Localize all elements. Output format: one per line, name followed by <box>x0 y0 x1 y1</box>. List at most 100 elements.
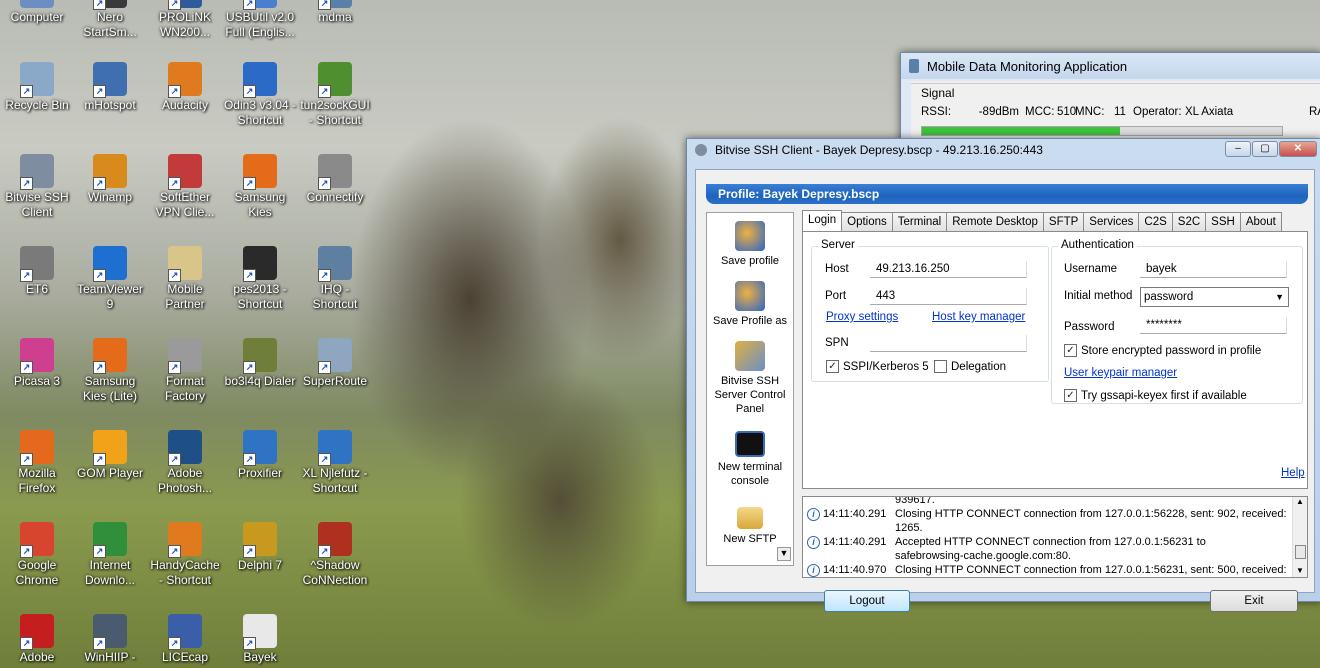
host-key-manager-link[interactable]: Host key manager <box>932 311 1025 323</box>
scroll-up-icon[interactable]: ▲ <box>1293 497 1307 506</box>
desktop-icon[interactable]: ↗ Adobe <box>0 614 74 665</box>
desktop-icon[interactable]: ↗ mHotspot <box>73 62 147 113</box>
new-terminal-console-button[interactable]: New terminal console <box>707 431 793 488</box>
log-panel[interactable]: ▲ ▼ 939617. i 14:11:40.291 Closing HTTP CON… <box>802 496 1308 578</box>
shortcut-arrow-icon: ↗ <box>93 0 106 10</box>
gssapi-keyex-checkbox[interactable]: ✓ Try gssapi-keyex first if available <box>1064 389 1247 402</box>
desktop-icon[interactable]: ↗ Bitvise SSH Client <box>0 154 74 220</box>
desktop-icon[interactable]: ↗ Samsung Kies (Lite) <box>73 338 147 404</box>
save-profile-as-button[interactable]: Save Profile as <box>707 281 793 328</box>
spn-input[interactable] <box>870 335 1027 352</box>
desktop-icon[interactable]: ↗ ET6 <box>0 246 74 297</box>
desktop-icon[interactable]: ↗ pes2013 - Shortcut <box>223 246 297 312</box>
tab-ssh[interactable]: SSH <box>1205 212 1241 231</box>
desktop-icon[interactable]: ↗ mdma <box>298 0 372 25</box>
desktop-icon[interactable]: ↗ TeamViewer 9 <box>73 246 147 312</box>
desktop-icon[interactable]: ↗ ^Shadow CoNNection <box>298 522 372 588</box>
desktop-icon[interactable]: ↗ WinHIIP - <box>73 614 147 665</box>
exit-button[interactable]: Exit <box>1210 590 1298 612</box>
help-link[interactable]: Help <box>1281 467 1305 479</box>
tab-login[interactable]: Login <box>802 210 843 231</box>
desktop-icon[interactable]: ↗ LICEcap <box>148 614 222 665</box>
shortcut-arrow-icon: ↗ <box>20 453 33 466</box>
desktop-icon[interactable]: ↗ HandyCache - Shortcut <box>148 522 222 588</box>
bitvise-titlebar[interactable]: Bitvise SSH Client - Bayek Depresy.bscp … <box>687 139 1320 161</box>
desktop-icon[interactable]: ↗ SuperRoute <box>298 338 372 389</box>
desktop-icon-label: Adobe Photosh... <box>157 466 213 495</box>
desktop-icon[interactable]: ↗ Connectify <box>298 154 372 205</box>
initial-method-select[interactable]: password ▼ <box>1140 287 1289 307</box>
desktop-icon[interactable]: ↗ tun2sockGUI - Shortcut <box>298 62 372 128</box>
desktop-icon-label: mdma <box>318 10 352 24</box>
sspi-kerberos-checkbox[interactable]: ✓ SSPI/Kerberos 5 <box>826 360 929 373</box>
desktop-icon[interactable]: ↗ GOM Player <box>73 430 147 481</box>
log-timestamp: 14:11:40.970 <box>823 564 887 576</box>
port-input[interactable]: 443 <box>870 288 1027 305</box>
desktop-icon[interactable]: ↗ Audacity <box>148 62 222 113</box>
tab-c2s[interactable]: C2S <box>1138 212 1173 231</box>
shortcut-arrow-icon: ↗ <box>20 177 33 190</box>
tab-about[interactable]: About <box>1239 212 1282 231</box>
desktop-icon[interactable]: ↗ IHQ - Shortcut <box>298 246 372 312</box>
desktop-icon[interactable]: ↗ Mobile Partner <box>148 246 222 312</box>
new-sftp-button[interactable]: New SFTP <box>707 507 793 546</box>
gssapi-checkbox-box[interactable]: ✓ <box>1064 389 1077 402</box>
tab-services[interactable]: Services <box>1083 212 1140 231</box>
profile-banner: Profile: Bayek Depresy.bscp <box>706 184 1308 204</box>
scroll-thumb[interactable] <box>1295 545 1306 559</box>
left-panel-scroll-down-icon[interactable]: ▼ <box>777 547 791 561</box>
tab-strip: Login Options Terminal Remote Desktop SFTP Se… <box>802 210 1282 231</box>
delegation-checkbox-box[interactable] <box>934 360 947 373</box>
sspi-checkbox-box[interactable]: ✓ <box>826 360 839 373</box>
desktop-icon[interactable]: ↗ Proxifier <box>223 430 297 481</box>
desktop-icon[interactable]: ↗ Nero StartSm... <box>73 0 147 40</box>
server-control-panel-button[interactable]: Bitvise SSH Server Control Panel <box>707 341 793 416</box>
tab-s2c[interactable]: S2C <box>1171 212 1207 231</box>
desktop-icon[interactable]: ↗ bo3l4q Dialer <box>223 338 297 389</box>
desktop-icon[interactable]: ↗ Recycle Bin <box>0 62 74 113</box>
save-profile-button[interactable]: Save profile <box>707 221 793 268</box>
server-group: Server Host 49.213.16.250 Port 443 Proxy… <box>811 239 1049 382</box>
desktop-icon[interactable]: ↗ PROLiNK WN200... <box>148 0 222 40</box>
store-password-checkbox-box[interactable]: ✓ <box>1064 344 1077 357</box>
tab-remote-desktop[interactable]: Remote Desktop <box>946 212 1044 231</box>
tab-sftp[interactable]: SFTP <box>1042 212 1085 231</box>
close-button[interactable]: ✕ <box>1279 141 1317 157</box>
mdma-window[interactable]: Mobile Data Monitoring Application Signa… <box>900 52 1320 144</box>
user-keypair-manager-link[interactable]: User keypair manager <box>1064 367 1177 379</box>
desktop-icon[interactable]: ↗ Mozilla Firefox <box>0 430 74 496</box>
username-input[interactable]: bayek <box>1140 261 1287 278</box>
desktop-icon[interactable]: ↗ Picasa 3 <box>0 338 74 389</box>
shortcut-arrow-icon: ↗ <box>20 269 33 282</box>
minimize-button[interactable]: – <box>1225 141 1251 157</box>
password-input[interactable]: ******** <box>1140 317 1287 334</box>
store-password-checkbox[interactable]: ✓ Store encrypted password in profile <box>1064 344 1261 357</box>
tab-terminal[interactable]: Terminal <box>891 212 948 231</box>
desktop-icon[interactable]: ↗ Format Factory <box>148 338 222 404</box>
bitvise-window[interactable]: Bitvise SSH Client - Bayek Depresy.bscp … <box>686 138 1320 612</box>
host-input[interactable]: 49.213.16.250 <box>870 261 1027 278</box>
desktop-icon-label: Odin3 v3.04 - Shortcut <box>223 98 297 127</box>
mdma-titlebar[interactable]: Mobile Data Monitoring Application <box>901 53 1320 79</box>
shortcut-arrow-icon: ↗ <box>20 545 33 558</box>
desktop-icon[interactable]: ↗ Google Chrome <box>0 522 74 588</box>
delegation-checkbox[interactable]: Delegation <box>934 360 1006 373</box>
proxy-settings-link[interactable]: Proxy settings <box>826 311 898 323</box>
desktop-icon[interactable]: ↗ Bayek <box>223 614 297 665</box>
tab-options[interactable]: Options <box>841 212 893 231</box>
sspi-label: SSPI/Kerberos 5 <box>843 360 929 373</box>
desktop-icon[interactable]: ↗ Adobe Photosh... <box>148 430 222 496</box>
maximize-button[interactable]: ▢ <box>1252 141 1278 157</box>
scroll-down-icon[interactable]: ▼ <box>1293 566 1307 575</box>
desktop-icon[interactable]: ↗ Odin3 v3.04 - Shortcut <box>223 62 297 128</box>
desktop-icon[interactable]: Computer <box>0 0 74 25</box>
desktop-icon[interactable]: ↗ USBUtil v2.0 Full (Englis... <box>223 0 297 40</box>
log-row: i 14:11:40.970 Closing HTTP CONNECT connec… <box>807 563 1295 577</box>
desktop-icon[interactable]: ↗ Delphi 7 <box>223 522 297 573</box>
desktop-icon[interactable]: ↗ Internet Downlo... <box>73 522 147 588</box>
desktop-icon[interactable]: ↗ Samsung Kies <box>223 154 297 220</box>
logout-button[interactable]: Logout <box>824 590 910 612</box>
desktop-icon[interactable]: ↗ SoftEther VPN Clie... <box>148 154 222 220</box>
desktop-icon[interactable]: ↗ XL Njlefutz - Shortcut <box>298 430 372 496</box>
desktop-icon[interactable]: ↗ Winamp <box>73 154 147 205</box>
